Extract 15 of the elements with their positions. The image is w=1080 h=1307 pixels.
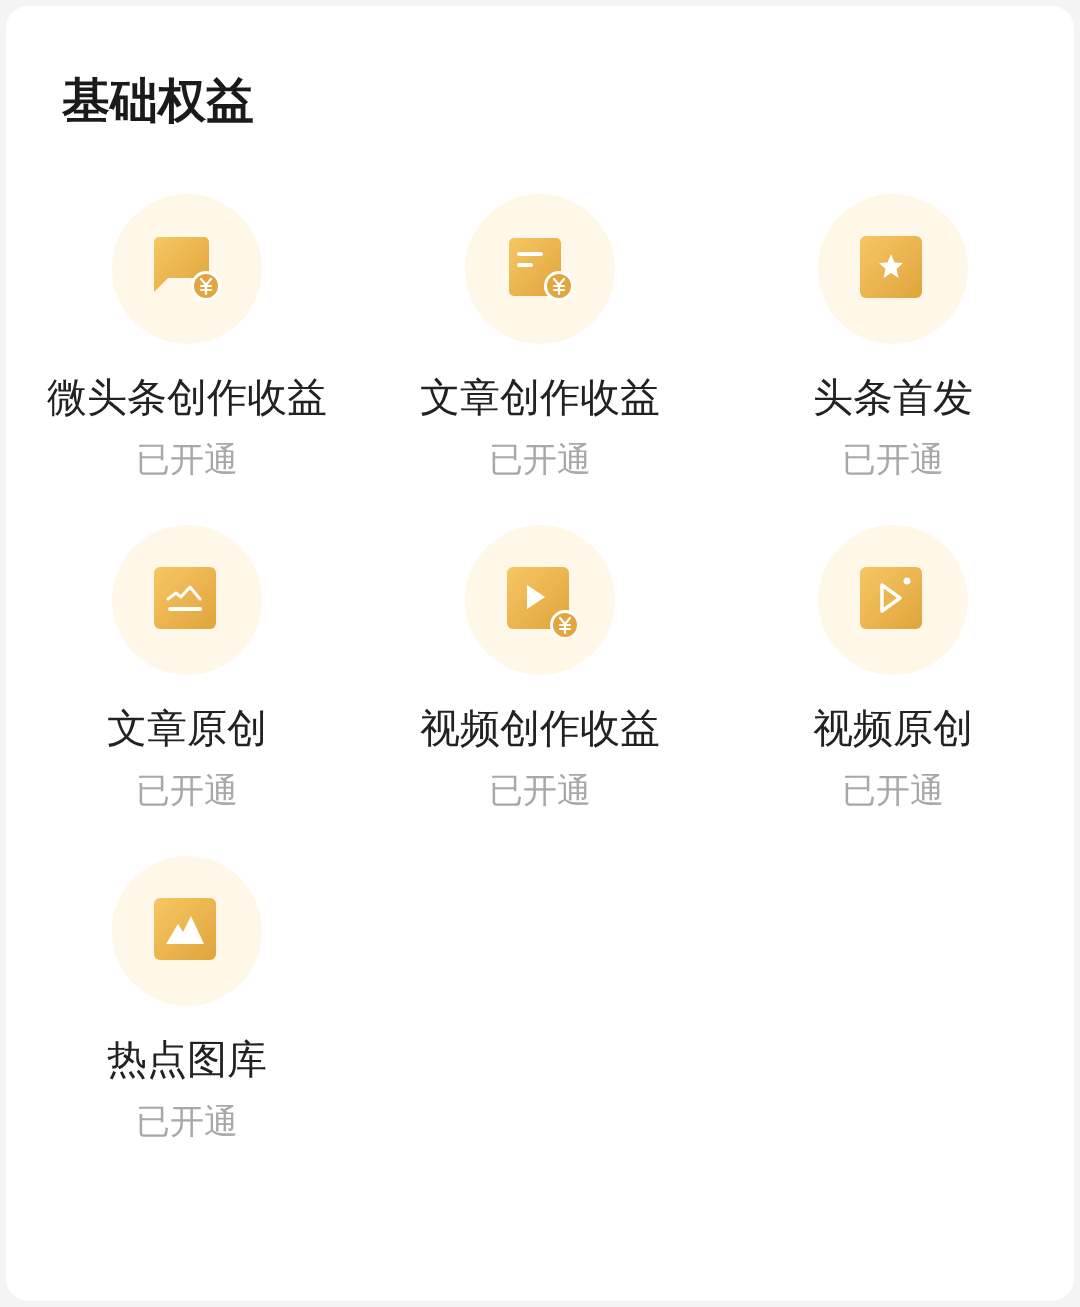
benefit-title: 头条首发: [813, 373, 974, 422]
status-text: 已开通: [135, 438, 238, 480]
benefit-title: 视频原创: [813, 704, 974, 753]
status-text: 已开通: [489, 438, 591, 480]
benefit-title: 文章原创: [106, 704, 267, 753]
status-text: 已开通: [135, 769, 238, 811]
section-title: 基础权益: [62, 76, 254, 124]
status-text: 已开通: [135, 1100, 238, 1142]
benefit-title: 热点图库: [106, 1035, 267, 1084]
benefit-title: 微头条创作收益: [46, 373, 327, 422]
benefit-title: 视频创作收益: [420, 704, 660, 753]
benefit-title: 文章创作收益: [420, 373, 660, 422]
status-text: 已开通: [489, 769, 591, 811]
status-text: 已开通: [842, 438, 945, 480]
status-text: 已开通: [842, 769, 945, 811]
